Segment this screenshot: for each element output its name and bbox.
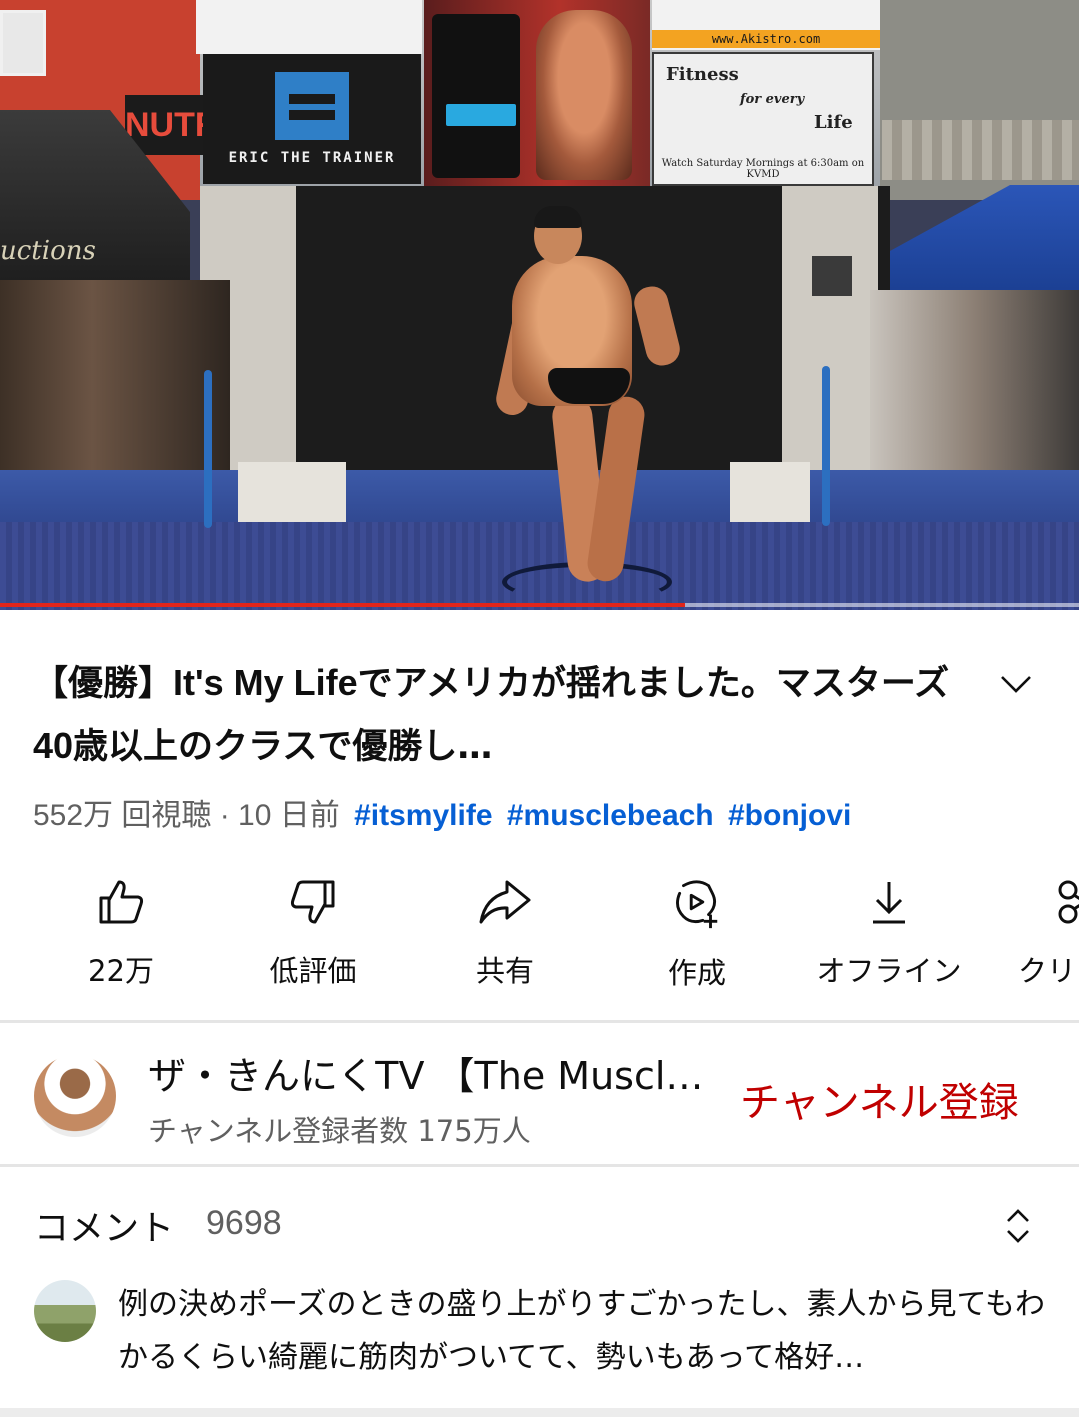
share-icon [479,880,531,924]
video-progress-fill [0,603,686,607]
create-button[interactable]: 作成 [622,862,772,992]
video-player[interactable]: NUTR ERIC THE TRAINER www.Akistro.com Fi… [0,0,1079,610]
divider [0,1164,1079,1167]
video-frame-banner-shreds [424,0,650,186]
share-button[interactable]: 共有 [430,862,580,992]
comments-count: 9698 [206,1204,282,1242]
video-frame-banner-akistro: www.Akistro.com [652,0,880,50]
download-icon [873,882,905,924]
download-button[interactable]: オフライン [814,862,964,992]
action-bar: 22万 低評価 共有 作成 オフライン クリ [0,862,1079,992]
comments-expand-button[interactable] [996,1202,1040,1250]
top-comment-text[interactable]: 例の決めポーズのときの盛り上がりすごかったし、素人から見てもわかるくらい綺麗に筋… [118,1278,1048,1384]
video-frame-banner-fitness: Fitness for every Life Watch Saturday Mo… [652,52,874,186]
clip-button[interactable]: クリ [1006,862,1079,992]
commenter-avatar[interactable] [34,1280,96,1342]
hashtag-link[interactable]: #itsmylife [354,799,492,832]
video-frame-tent-text: uctions [0,236,96,266]
chevron-down-icon [1001,676,1031,693]
hashtag-link[interactable]: #bonjovi [728,799,851,832]
divider [0,1020,1079,1023]
subscribe-button[interactable]: チャンネル登録 [740,1070,1019,1128]
youtube-watch-page: NUTR ERIC THE TRAINER www.Akistro.com Fi… [0,0,1079,1417]
bottom-edge [0,1408,1079,1417]
video-title[interactable]: 【優勝】It's My Lifeでアメリカが揺れました。マスターズ40歳以上のク… [33,652,963,776]
views-and-date: 552万 回視聴 · 10 日前 [33,799,340,832]
clip-icon [1058,880,1079,924]
channel-name[interactable]: ザ・きんにくTV 【The Muscle TV】 [148,1050,708,1102]
hashtag-link[interactable]: #musclebeach [507,799,714,832]
create-icon [676,880,718,929]
channel-avatar[interactable] [34,1055,116,1137]
like-button[interactable]: 22万 [46,862,196,992]
subscriber-count: チャンネル登録者数 175万人 [148,1114,531,1148]
dislike-button[interactable]: 低評価 [238,862,388,992]
thumbs-up-icon [99,880,144,924]
thumbs-down-icon [290,880,335,924]
video-frame-banner-eric: ERIC THE TRAINER [203,54,421,184]
video-meta[interactable]: 552万 回視聴 · 10 日前 #itsmylife #musclebeach… [33,790,851,832]
comments-label[interactable]: コメント [34,1200,174,1251]
expand-description-button[interactable] [992,662,1040,706]
unfold-icon [1007,1209,1029,1243]
video-progress-bar[interactable] [0,603,1079,607]
